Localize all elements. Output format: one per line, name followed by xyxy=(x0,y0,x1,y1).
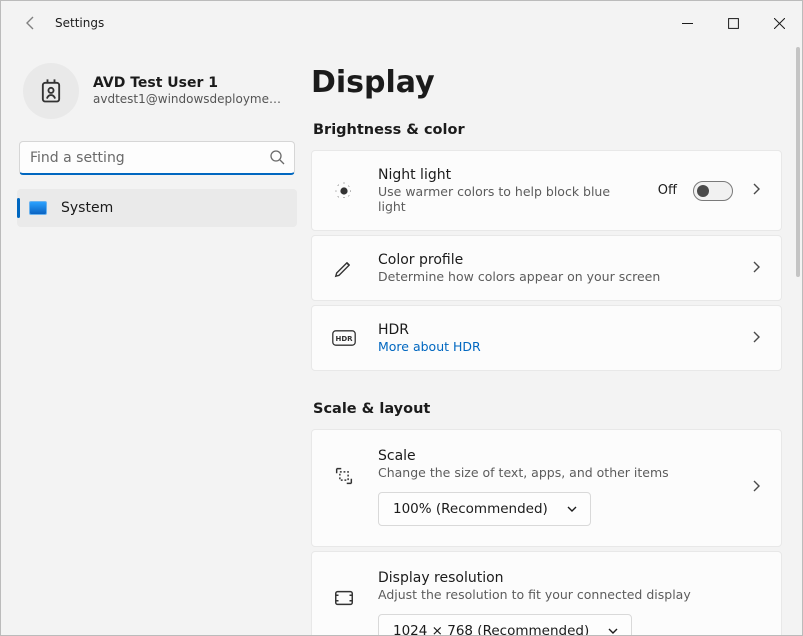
avatar-icon xyxy=(37,77,65,105)
window-controls xyxy=(664,7,802,39)
chevron-right-icon xyxy=(749,478,763,497)
sidebar: AVD Test User 1 avdtest1@windowsdeployme… xyxy=(1,45,311,635)
scale-sub: Change the size of text, apps, and other… xyxy=(378,465,729,480)
section-brightness-title: Brightness & color xyxy=(313,122,782,138)
search-icon xyxy=(269,149,285,169)
resolution-dropdown[interactable]: 1024 × 768 (Recommended) xyxy=(378,614,632,635)
scale-card-stack: Scale Change the size of text, apps, and… xyxy=(311,429,782,635)
scale-value: 100% (Recommended) xyxy=(393,501,548,517)
scale-dropdown[interactable]: 100% (Recommended) xyxy=(378,492,591,526)
brightness-card-stack: Night light Use warmer colors to help bl… xyxy=(311,150,782,371)
chevron-right-icon xyxy=(749,259,763,278)
profile-email: avdtest1@windowsdeploymentguy.c… xyxy=(93,92,283,107)
system-icon xyxy=(29,201,47,215)
night-light-state: Off xyxy=(658,183,677,198)
scale-icon xyxy=(330,462,358,490)
minimize-icon xyxy=(682,18,693,29)
minimize-button[interactable] xyxy=(664,7,710,39)
scrollbar[interactable] xyxy=(796,47,800,277)
scale-title: Scale xyxy=(378,448,729,464)
night-light-toggle[interactable] xyxy=(693,181,733,201)
close-icon xyxy=(774,18,785,29)
window-title: Settings xyxy=(55,16,104,30)
resolution-value: 1024 × 768 (Recommended) xyxy=(393,623,589,635)
section-scale-title: Scale & layout xyxy=(313,401,782,417)
resolution-icon xyxy=(330,584,358,612)
hdr-link[interactable]: More about HDR xyxy=(378,339,729,354)
color-profile-sub: Determine how colors appear on your scre… xyxy=(378,269,729,284)
profile-block[interactable]: AVD Test User 1 avdtest1@windowsdeployme… xyxy=(17,55,297,135)
nav-item-system[interactable]: System xyxy=(17,189,297,227)
resolution-sub: Adjust the resolution to fit your connec… xyxy=(378,587,763,602)
arrow-left-icon xyxy=(23,15,39,31)
profile-text: AVD Test User 1 avdtest1@windowsdeployme… xyxy=(93,75,283,108)
maximize-icon xyxy=(728,18,739,29)
card-scale[interactable]: Scale Change the size of text, apps, and… xyxy=(311,429,782,547)
night-light-sub: Use warmer colors to help block blue lig… xyxy=(378,184,638,214)
search-box xyxy=(19,141,295,175)
night-light-icon xyxy=(330,177,358,205)
hdr-icon: HDR xyxy=(330,324,358,352)
color-profile-icon xyxy=(330,254,358,282)
back-button[interactable] xyxy=(11,3,51,43)
nav-item-label: System xyxy=(61,200,113,216)
main-panel: Display Brightness & color Night light U… xyxy=(311,45,802,635)
night-light-title: Night light xyxy=(378,167,638,183)
avatar xyxy=(23,63,79,119)
close-button[interactable] xyxy=(756,7,802,39)
card-color-profile[interactable]: Color profile Determine how colors appea… xyxy=(311,235,782,301)
maximize-button[interactable] xyxy=(710,7,756,39)
svg-text:HDR: HDR xyxy=(335,335,353,343)
card-night-light[interactable]: Night light Use warmer colors to help bl… xyxy=(311,150,782,231)
profile-name: AVD Test User 1 xyxy=(93,75,283,93)
chevron-down-icon xyxy=(566,503,578,515)
resolution-title: Display resolution xyxy=(378,570,763,586)
color-profile-title: Color profile xyxy=(378,252,729,268)
hdr-title: HDR xyxy=(378,322,729,338)
page-title: Display xyxy=(311,65,782,100)
title-bar: Settings xyxy=(1,1,802,45)
card-resolution[interactable]: Display resolution Adjust the resolution… xyxy=(311,551,782,635)
card-hdr[interactable]: HDR HDR More about HDR xyxy=(311,305,782,371)
chevron-right-icon xyxy=(749,329,763,348)
chevron-right-icon xyxy=(749,181,763,200)
search-input[interactable] xyxy=(19,141,295,175)
chevron-down-icon xyxy=(607,625,619,635)
